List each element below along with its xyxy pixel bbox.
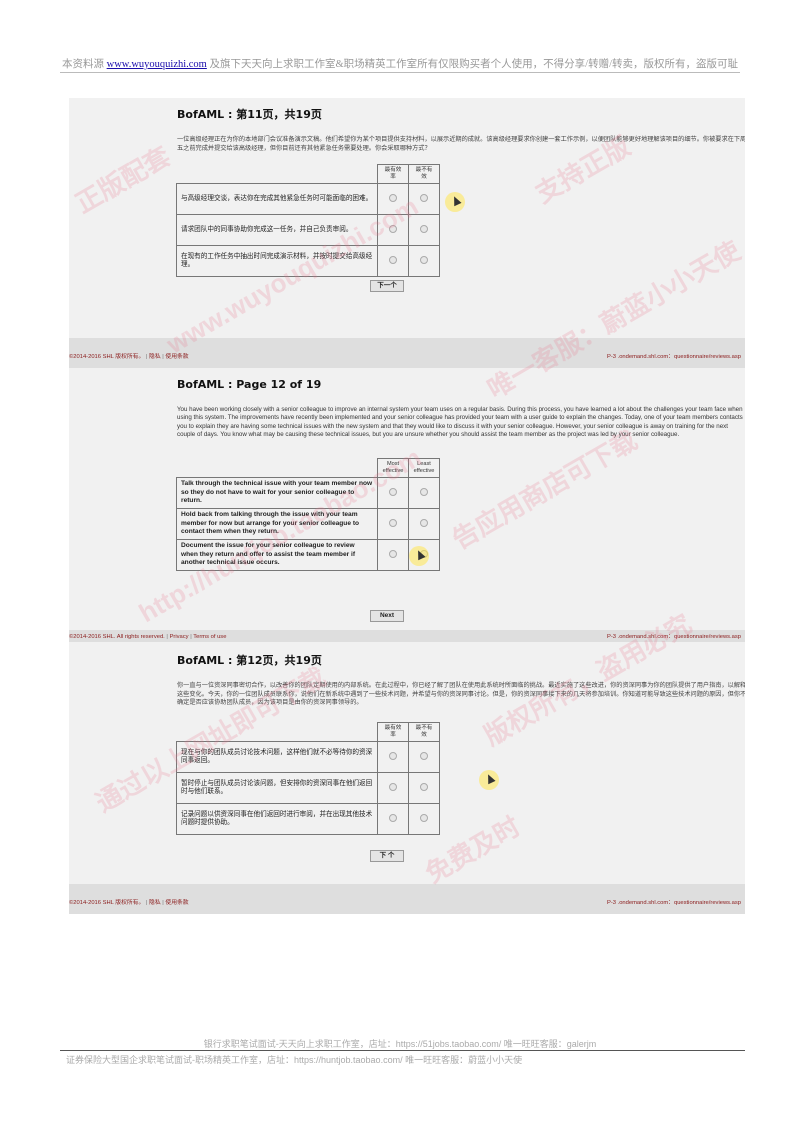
column-most-effective: Most effective xyxy=(377,458,409,478)
terms-link[interactable]: 使用条款 xyxy=(165,354,188,360)
header-suffix: 及旗下天天向上求职工作室&职场精英工作室所有仅限购买者个人使用，不得分享/转赠/… xyxy=(209,59,738,70)
document-footer-line1: 银行求职笔试面试-天天向上求职工作室，店址：https://51jobs.tao… xyxy=(203,1039,597,1049)
header-link[interactable]: www.wuyouquizhi.com xyxy=(107,59,207,70)
response-option: Hold back from talking through the issue… xyxy=(176,508,378,540)
table-row: 暂时停止与团队成员讨论该问题，但安排你的资深同事在他们返回时与他们联系。 xyxy=(176,772,440,804)
least-effective-radio[interactable] xyxy=(420,256,428,264)
footer-divider xyxy=(60,1050,745,1051)
screenshot-panel-page12-cn: BofAML : 第12页，共19页 你一直与一位资深同事密切合作，以改善你的团… xyxy=(69,642,745,914)
copyright: ©2014-2016 SHL 版权所有。 xyxy=(69,900,145,906)
scenario-text: 你一直与一位资深同事密切合作，以改善你的团队定期使用的内部系统。在此过程中，你已… xyxy=(177,682,745,706)
response-option: 现在与你的团队成员讨论技术问题，这样他们就不必等待你的资深同事返回。 xyxy=(176,741,378,773)
copyright: ©2014-2016 SHL. All rights reserved. xyxy=(69,634,165,640)
cursor-arrow-icon xyxy=(414,548,426,561)
least-effective-radio[interactable] xyxy=(420,814,428,822)
column-least-effective: 最不有效 xyxy=(408,722,440,742)
most-effective-radio[interactable] xyxy=(389,488,397,496)
privacy-link[interactable]: 隐私 xyxy=(149,354,161,360)
response-table: Most effective Least effective Talk thro… xyxy=(176,458,440,571)
footer-url: P-3 .ondemand.shl.com：questionnaire/revi… xyxy=(606,634,741,640)
footer-links: ©2014-2016 SHL 版权所有。 | 隐私 | 使用条款 xyxy=(69,900,189,906)
terms-link[interactable]: 使用条款 xyxy=(165,900,188,906)
next-button[interactable]: Next xyxy=(370,610,404,622)
footer-url: P-3 .ondemand.shl.com：questionnaire/revi… xyxy=(606,354,741,360)
terms-link[interactable]: Terms of use xyxy=(193,634,226,640)
least-effective-radio[interactable] xyxy=(420,488,428,496)
cursor-arrow-icon xyxy=(484,772,496,785)
table-row: 在现有的工作任务中抽出时间完成演示材料，并按时提交给高级经理。 xyxy=(176,245,440,277)
page-title: BofAML : Page 12 of 19 xyxy=(177,378,322,391)
response-option: 请求团队中的同事协助你完成这一任务，并自己负责审阅。 xyxy=(176,214,378,246)
header-divider xyxy=(60,72,740,73)
response-option: 在现有的工作任务中抽出时间完成演示材料，并按时提交给高级经理。 xyxy=(176,245,378,277)
least-effective-radio[interactable] xyxy=(420,752,428,760)
mouse-cursor-highlight xyxy=(479,770,499,790)
footer-links: ©2014-2016 SHL. All rights reserved. | P… xyxy=(69,634,227,640)
response-option: 与高级经理交谈，表达你在完成其他紧急任务时可能面临的困难。 xyxy=(176,183,378,215)
response-option: 暂时停止与团队成员讨论该问题，但安排你的资深同事在他们返回时与他们联系。 xyxy=(176,772,378,804)
most-effective-radio[interactable] xyxy=(389,225,397,233)
least-effective-radio[interactable] xyxy=(420,194,428,202)
table-row: 记录问题以供资深同事在他们返回时进行审阅，并在出现其他技术问题时提供协助。 xyxy=(176,803,440,835)
mouse-cursor-highlight xyxy=(409,546,429,566)
column-most-effective: 最有效率 xyxy=(377,164,409,184)
document-header: 本资料源 www.wuyouquizhi.com 及旗下天天向上求职工作室&职场… xyxy=(0,56,800,71)
footer-bar: ©2014-2016 SHL. All rights reserved. | P… xyxy=(69,630,745,642)
least-effective-radio[interactable] xyxy=(420,783,428,791)
most-effective-radio[interactable] xyxy=(389,752,397,760)
least-effective-radio[interactable] xyxy=(420,225,428,233)
response-table: 最有效率 最不有效 与高级经理交谈，表达你在完成其他紧急任务时可能面临的困难。 … xyxy=(176,164,440,277)
most-effective-radio[interactable] xyxy=(389,519,397,527)
most-effective-radio[interactable] xyxy=(389,814,397,822)
table-row: 与高级经理交谈，表达你在完成其他紧急任务时可能面临的困难。 xyxy=(176,183,440,215)
table-row: Talk through the technical issue with yo… xyxy=(176,477,440,509)
page-title: BofAML : 第12页，共19页 xyxy=(177,654,322,667)
column-least-effective: 最不有效 xyxy=(408,164,440,184)
response-option: Document the issue for your senior colle… xyxy=(176,539,378,571)
least-effective-radio[interactable] xyxy=(420,519,428,527)
screenshot-panel-page11: BofAML : 第11页，共19页 一位高级经理正在为你的本地部门会议准备演示… xyxy=(69,98,745,368)
footer-url: P-3 .ondemand.shl.com：questionnaire/revi… xyxy=(606,900,741,906)
mouse-cursor-highlight xyxy=(445,192,465,212)
screenshot-panel-page12-en: BofAML : Page 12 of 19 You have been wor… xyxy=(69,368,745,642)
copyright: ©2014-2016 SHL 版权所有。 xyxy=(69,354,145,360)
most-effective-radio[interactable] xyxy=(389,550,397,558)
footer-bar: ©2014-2016 SHL 版权所有。 | 隐私 | 使用条款 P-3 .on… xyxy=(69,884,745,914)
cursor-arrow-icon xyxy=(450,194,462,207)
next-button[interactable]: 下一个 xyxy=(370,280,404,292)
scenario-text: You have been working closely with a sen… xyxy=(177,406,743,438)
response-table: 最有效率 最不有效 现在与你的团队成员讨论技术问题，这样他们就不必等待你的资深同… xyxy=(176,722,440,835)
privacy-link[interactable]: Privacy xyxy=(170,634,189,640)
column-most-effective: 最有效率 xyxy=(377,722,409,742)
table-row: Hold back from talking through the issue… xyxy=(176,508,440,540)
table-row: 请求团队中的同事协助你完成这一任务，并自己负责审阅。 xyxy=(176,214,440,246)
table-row: 现在与你的团队成员讨论技术问题，这样他们就不必等待你的资深同事返回。 xyxy=(176,741,440,773)
footer-links: ©2014-2016 SHL 版权所有。 | 隐私 | 使用条款 xyxy=(69,354,189,360)
document-footer-line2: 证券保险大型国企求职笔试面试-职场精英工作室，店址：https://huntjo… xyxy=(66,1055,523,1065)
table-row: Document the issue for your senior colle… xyxy=(176,539,440,571)
next-button[interactable]: 下 个 xyxy=(370,850,404,862)
scenario-text: 一位高级经理正在为你的本地部门会议准备演示文稿。他们希望你为某个项目提供支持材料… xyxy=(177,136,745,152)
column-least-effective: Least effective xyxy=(408,458,440,478)
footer-bar: ©2014-2016 SHL 版权所有。 | 隐私 | 使用条款 P-3 .on… xyxy=(69,338,745,368)
most-effective-radio[interactable] xyxy=(389,194,397,202)
header-prefix: 本资料源 xyxy=(62,59,104,70)
response-option: 记录问题以供资深同事在他们返回时进行审阅，并在出现其他技术问题时提供协助。 xyxy=(176,803,378,835)
most-effective-radio[interactable] xyxy=(389,256,397,264)
most-effective-radio[interactable] xyxy=(389,783,397,791)
page-title: BofAML : 第11页，共19页 xyxy=(177,108,322,121)
response-option: Talk through the technical issue with yo… xyxy=(176,477,378,509)
privacy-link[interactable]: 隐私 xyxy=(149,900,161,906)
